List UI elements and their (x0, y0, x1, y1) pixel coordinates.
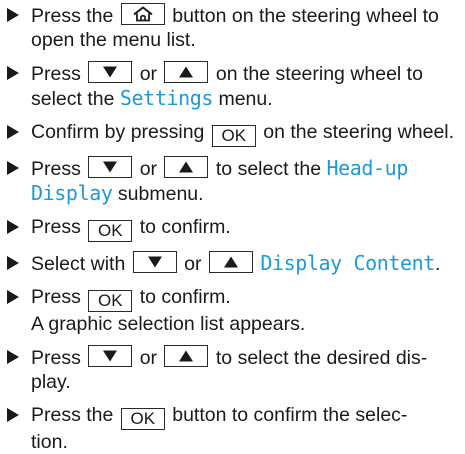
step-select-display-content: Select with or Display Content. (5, 251, 465, 276)
down-arrow-icon (103, 350, 118, 362)
step-text: Confirm by pressing (31, 121, 205, 143)
step-text: to select the (215, 158, 322, 180)
down-button (88, 61, 133, 83)
step-text: menu. (218, 88, 273, 110)
step-select-display: Press or to select the desired dis- play… (5, 345, 465, 394)
step-text: tion. (31, 431, 68, 453)
down-button (132, 251, 177, 273)
step-text: Press (31, 347, 81, 369)
step-text: on the steering wheel. (263, 121, 455, 143)
step-text: Press (31, 216, 81, 238)
step-confirm: Press OK to confirm. (5, 215, 465, 242)
ok-button: OK (88, 220, 133, 242)
triangle-bullet-icon (7, 408, 19, 422)
up-button (164, 156, 209, 178)
step-confirm-ok: Confirm by pressing OK on the steering w… (5, 120, 465, 147)
step-text: or (184, 253, 202, 275)
up-button (208, 251, 253, 273)
down-arrow-icon (147, 256, 162, 268)
down-arrow-icon (103, 66, 118, 78)
down-button (88, 156, 133, 178)
up-button (164, 61, 209, 83)
step-text: submenu. (117, 183, 204, 205)
ok-button: OK (211, 125, 256, 147)
menu-name-settings: Settings (119, 86, 214, 110)
triangle-bullet-icon (7, 220, 19, 234)
triangle-bullet-icon (7, 256, 19, 270)
step-text: to select the desired dis- (215, 347, 428, 369)
instruction-page: Press the button on the steering wheel t… (0, 0, 465, 453)
step-text: . (434, 253, 441, 275)
step-text: button to confirm the selec- (172, 404, 408, 426)
up-arrow-icon (179, 350, 194, 362)
step-text: or (139, 158, 158, 180)
up-button (164, 345, 209, 367)
step-text: Press the (31, 404, 114, 426)
triangle-bullet-icon (7, 8, 19, 22)
home-button (120, 3, 165, 25)
ok-button: OK (120, 408, 165, 430)
menu-name-display-content: Display Content (260, 251, 435, 275)
step-text: Select with (31, 253, 126, 275)
step-confirm-list: Press OK to confirm. A graphic selection… (5, 285, 465, 336)
step-text: Press the (31, 5, 114, 27)
step-text: to confirm. (139, 216, 231, 238)
triangle-bullet-icon (7, 350, 19, 364)
step-result: A graphic selection list appears. (31, 313, 306, 335)
step-text: or (139, 347, 158, 369)
down-arrow-icon (103, 161, 118, 173)
ok-button: OK (88, 290, 133, 312)
home-icon (133, 6, 153, 22)
step-text: Press (31, 286, 81, 308)
down-button (88, 345, 133, 367)
up-arrow-icon (179, 66, 194, 78)
triangle-bullet-icon (7, 125, 19, 139)
step-text: to confirm. (139, 286, 231, 308)
step-confirm-selection: Press the OK button to confirm the selec… (5, 403, 465, 454)
step-text: Press (31, 63, 81, 85)
triangle-bullet-icon (7, 66, 19, 80)
step-text: Press (31, 158, 81, 180)
triangle-bullet-icon (7, 161, 19, 175)
step-select-settings: Press or on the steering wheel to select… (5, 61, 465, 111)
step-open-menu: Press the button on the steering wheel t… (5, 3, 465, 52)
step-text: or (139, 63, 158, 85)
up-arrow-icon (179, 161, 194, 173)
step-select-hud: Press or to select the Head-up Display s… (5, 156, 465, 206)
step-text: play. (31, 371, 71, 393)
triangle-bullet-icon (7, 290, 19, 304)
up-arrow-icon (223, 256, 238, 268)
